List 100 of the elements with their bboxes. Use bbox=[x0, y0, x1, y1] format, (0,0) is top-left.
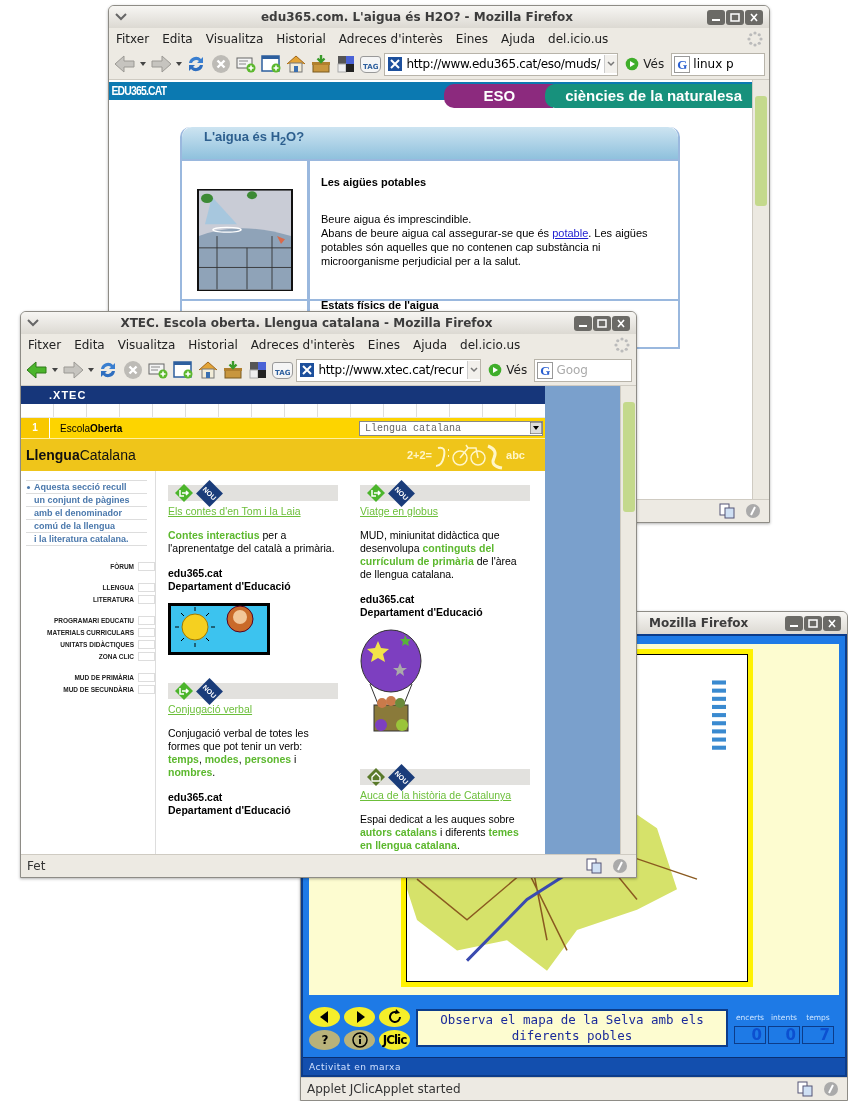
caret-icon[interactable] bbox=[176, 62, 182, 66]
new-tab-icon[interactable] bbox=[260, 53, 282, 75]
grid-icon[interactable] bbox=[247, 359, 269, 381]
window-title: edu365.com. L'aigua és H2O? - Mozilla Firefox bbox=[259, 10, 575, 24]
section-banner[interactable]: ciències de la naturalesa bbox=[545, 84, 752, 108]
section-number: 1 bbox=[21, 418, 50, 438]
article-description: Conjugació verbal de totes les formes que pot tenir un verb: temps, modes, persones i nombres. bbox=[168, 727, 310, 779]
exit-icon[interactable] bbox=[174, 681, 194, 701]
search-field[interactable]: G Goog bbox=[534, 358, 632, 382]
menu-item[interactable]: Ajuda bbox=[408, 337, 456, 352]
scrollbar[interactable] bbox=[620, 386, 636, 854]
article-source: edu365.cat Departament d'Educació bbox=[360, 593, 484, 619]
activity-message: Observa el mapa de la Selva amb els diferents pobles bbox=[416, 1009, 728, 1047]
exit-icon[interactable] bbox=[366, 483, 386, 503]
minimize-icon[interactable] bbox=[785, 615, 803, 631]
menu-item[interactable]: Ajuda bbox=[496, 31, 544, 46]
window-menu-icon[interactable] bbox=[27, 319, 39, 327]
menu-item[interactable]: Adreces d'interès bbox=[333, 31, 451, 46]
caret-icon[interactable] bbox=[52, 368, 58, 372]
window-title: XTEC. Escola oberta. Llengua catalana - Mozilla Firefox bbox=[119, 316, 494, 330]
slash-circle-icon bbox=[745, 503, 761, 519]
play-icon bbox=[625, 57, 640, 71]
menu-item[interactable]: Historial bbox=[183, 337, 246, 352]
menu-item[interactable]: Visualitza bbox=[200, 31, 272, 46]
article-source: edu365.cat Departament d'Educació bbox=[168, 567, 292, 593]
menu-item[interactable]: Historial bbox=[271, 31, 334, 46]
caret-icon[interactable] bbox=[140, 62, 146, 66]
status-text: Applet JClicApplet started bbox=[307, 1082, 461, 1096]
card-title: L'aigua és H$_{2}$O? bbox=[203, 129, 305, 147]
info-icon bbox=[351, 1031, 368, 1048]
search-engine-icon[interactable]: G bbox=[537, 361, 554, 379]
dropdown-arrow-icon[interactable] bbox=[530, 422, 542, 434]
article-description: Espai dedicat a les auques sobre autors catalans i diferents temes en llengua catalana. bbox=[360, 813, 520, 852]
close-icon[interactable] bbox=[612, 315, 630, 331]
slash-circle-icon bbox=[612, 858, 628, 874]
exit-icon[interactable] bbox=[174, 483, 194, 503]
menu-item[interactable]: del.icio.us bbox=[455, 337, 529, 352]
window-menu-icon[interactable] bbox=[115, 13, 127, 21]
about-button[interactable]: JClic bbox=[379, 1029, 410, 1050]
menu-item[interactable]: Eines bbox=[450, 31, 496, 46]
prev-button[interactable] bbox=[309, 1006, 340, 1027]
go-button[interactable]: Vés bbox=[621, 57, 669, 71]
url-field[interactable]: http://www.xtec.cat/recur bbox=[296, 358, 482, 382]
banner-text: 2+2= bbox=[406, 449, 433, 461]
menu-item[interactable]: Eines bbox=[362, 337, 408, 352]
article-description: MUD, miniunitat didàctica que desenvolupa continguts del currículum de primària de l'àrea de llengua catalana. bbox=[360, 529, 518, 581]
home-icon[interactable] bbox=[285, 53, 307, 75]
restart-icon bbox=[386, 1008, 403, 1025]
search-engine-icon[interactable]: G bbox=[674, 55, 691, 73]
menu-item[interactable]: Adreces d'interès bbox=[245, 337, 363, 352]
menu-item[interactable]: Fitxer bbox=[111, 31, 158, 46]
site-logo[interactable]: EDU365.CAT bbox=[109, 80, 167, 98]
documents-icon bbox=[719, 503, 735, 519]
article-description: Contes interactius per a l'aprenentatge del català a primària. bbox=[168, 529, 336, 555]
url-field[interactable]: http://www.edu365.cat/eso/muds/ bbox=[384, 52, 619, 76]
section-dropdown[interactable]: Llengua catalana bbox=[359, 420, 543, 436]
site-logo[interactable]: .XTEC bbox=[21, 389, 87, 401]
documents-icon bbox=[586, 858, 602, 874]
next-button[interactable] bbox=[344, 1006, 375, 1027]
home-icon[interactable] bbox=[366, 767, 386, 787]
scrollbar[interactable] bbox=[752, 80, 769, 499]
home-icon[interactable] bbox=[197, 359, 219, 381]
applet-status: Activitat en marxa bbox=[308, 1061, 401, 1072]
section-heading: Les aigües potables bbox=[321, 176, 428, 188]
back-icon[interactable] bbox=[25, 359, 49, 381]
caret-icon[interactable] bbox=[88, 368, 94, 372]
go-button[interactable]: Vés bbox=[484, 363, 532, 377]
window-title: Mozilla Firefox bbox=[648, 616, 750, 630]
banner-text: abc bbox=[506, 449, 525, 461]
close-icon[interactable] bbox=[823, 615, 841, 631]
close-icon[interactable] bbox=[745, 9, 763, 25]
menu-item[interactable]: Fitxer bbox=[23, 337, 70, 352]
menu-item[interactable]: del.icio.us bbox=[543, 31, 617, 46]
maximize-icon[interactable] bbox=[593, 315, 611, 331]
restart-button[interactable] bbox=[379, 1006, 410, 1027]
maximize-icon[interactable] bbox=[726, 9, 744, 25]
grid-icon[interactable] bbox=[335, 53, 357, 75]
page-title: LlenguaCatalana bbox=[25, 447, 136, 463]
intro-text-line: un conjunt de pàgines bbox=[26, 494, 147, 507]
section-name[interactable]: EscolaOberta bbox=[50, 422, 123, 434]
body-text: Beure aigua és imprescindible. bbox=[321, 212, 473, 226]
maximize-icon[interactable] bbox=[804, 615, 822, 631]
throbber-icon bbox=[747, 30, 763, 47]
minimize-icon[interactable] bbox=[707, 9, 725, 25]
body-text: Abans de beure aigua cal assegurar-se que és potable. Les aigües potables són aquelles que no contenen cap substància ni microorganisme perjudicial per a la salut. bbox=[321, 226, 649, 268]
intro-text-line: comú de la llengua bbox=[26, 520, 147, 533]
new-tab-icon[interactable] bbox=[172, 359, 194, 381]
menu-item[interactable]: Edita bbox=[69, 337, 113, 352]
documents-icon bbox=[797, 1081, 813, 1097]
right-triangle-icon bbox=[354, 1010, 365, 1023]
intro-text-line: amb el denominador bbox=[26, 507, 147, 520]
menu-item[interactable]: Visualitza bbox=[112, 337, 184, 352]
intro-text-line: Aquesta secció recull bbox=[26, 480, 147, 494]
section-banner[interactable]: ESO bbox=[443, 84, 554, 108]
status-text: Fet bbox=[27, 859, 46, 873]
search-field[interactable]: G linux p bbox=[671, 52, 765, 76]
throbber-icon bbox=[614, 336, 630, 353]
menu-item[interactable]: Edita bbox=[157, 31, 201, 46]
minimize-icon[interactable] bbox=[574, 315, 592, 331]
site-icon bbox=[300, 363, 315, 377]
